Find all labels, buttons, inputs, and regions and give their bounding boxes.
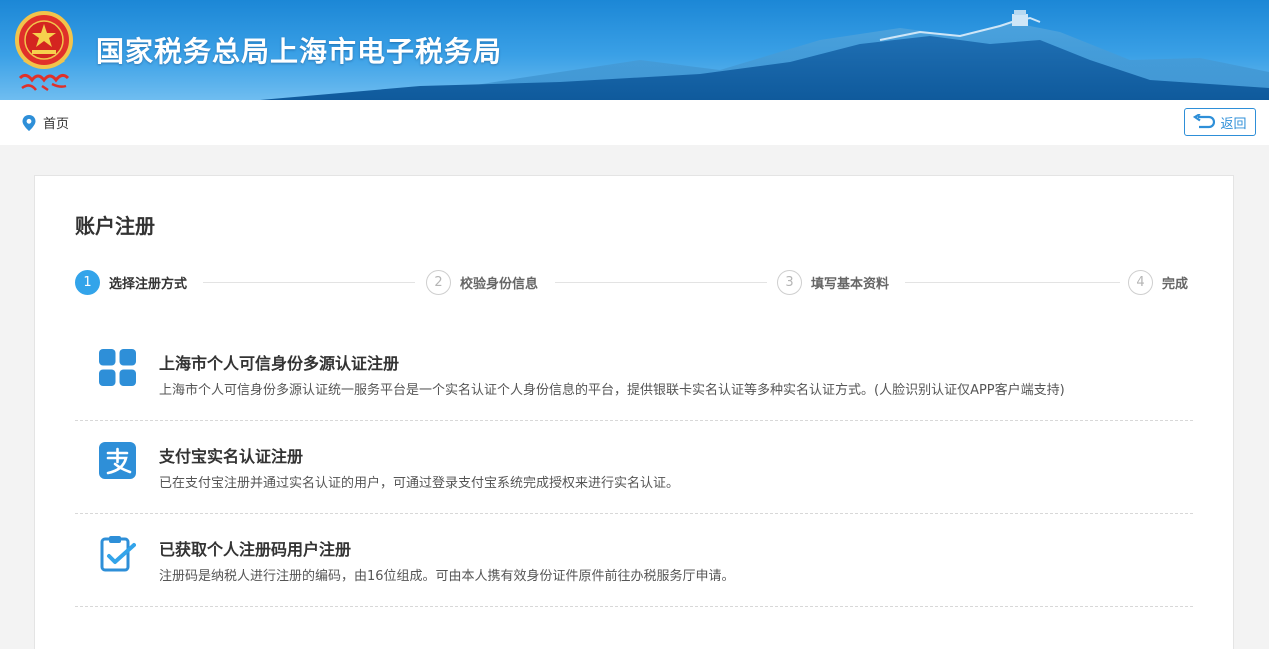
option-description: 上海市个人可信身份多源认证统一服务平台是一个实名认证个人身份信息的平台，提供银联… [159,383,1065,398]
option-title: 已获取个人注册码用户注册 [159,540,352,559]
tax-emblem-logo [15,11,73,92]
site-title: 国家税务总局上海市电子税务局 [96,35,503,68]
step-2: 2 校验身份信息 [426,270,539,295]
step-4: 4 完成 [1128,270,1189,295]
clipboard-check-icon [100,536,136,572]
return-arrow-icon [1193,114,1216,129]
step-number: 2 [426,270,451,295]
option-description: 已在支付宝注册并通过实名认证的用户，可通过登录支付宝系统完成授权来进行实名认证。 [159,476,680,491]
option-title: 上海市个人可信身份多源认证注册 [159,354,400,373]
step-label: 选择注册方式 [109,277,188,292]
step-connector [203,282,415,283]
header-banner: 国家税务总局上海市电子税务局 [0,0,1269,100]
step-label: 完成 [1162,277,1189,292]
step-connector [905,282,1120,283]
step-progress: 1 选择注册方式 2 校验身份信息 3 填写基本资料 4 完成 [75,270,1191,296]
step-number: 4 [1128,270,1153,295]
nav-bar: 首页 返回 [0,100,1269,145]
step-number: 1 [75,270,100,295]
option-description: 注册码是纳税人进行注册的编码，由16位组成。可由本人携有效身份证件原件前往办税服… [159,569,735,584]
step-label: 校验身份信息 [460,277,539,292]
back-button-label: 返回 [1220,116,1247,132]
breadcrumb[interactable]: 首页 [22,113,69,132]
option-alipay[interactable]: 支付宝实名认证注册 已在支付宝注册并通过实名认证的用户，可通过登录支付宝系统完成… [75,421,1193,514]
page-title: 账户注册 [75,214,155,238]
back-button[interactable]: 返回 [1184,108,1256,136]
option-registration-code[interactable]: 已获取个人注册码用户注册 注册码是纳税人进行注册的编码，由16位组成。可由本人携… [75,514,1193,607]
step-connector [555,282,767,283]
breadcrumb-home[interactable]: 首页 [43,113,69,132]
step-1: 1 选择注册方式 [75,270,188,295]
register-card: 账户注册 1 选择注册方式 2 校验身份信息 3 填写基本资料 4 完成 上海市 [34,175,1234,649]
alipay-icon [99,442,136,479]
option-title: 支付宝实名认证注册 [159,447,304,466]
step-3: 3 填写基本资料 [777,270,890,295]
step-number: 3 [777,270,802,295]
option-trusted-identity[interactable]: 上海市个人可信身份多源认证注册 上海市个人可信身份多源认证统一服务平台是一个实名… [75,328,1193,421]
location-pin-icon [22,114,36,131]
grid-icon [99,349,136,386]
step-label: 填写基本资料 [811,277,890,292]
